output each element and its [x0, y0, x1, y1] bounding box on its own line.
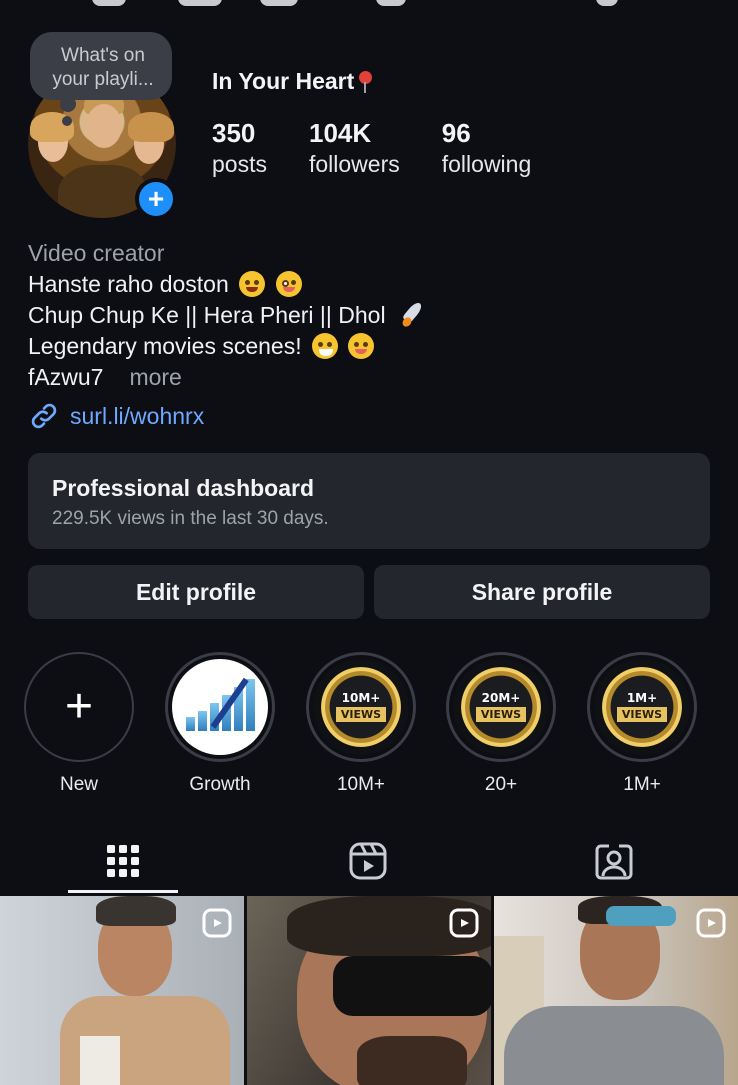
- highlight-ring: 1M+ VIEWS: [587, 652, 697, 762]
- stat-followers[interactable]: 104K followers: [309, 118, 400, 180]
- pin-icon: [358, 70, 373, 93]
- highlight-ring: 10M+ VIEWS: [306, 652, 416, 762]
- star-struck-emoji-icon: [239, 271, 266, 297]
- profile-tabs: [0, 828, 738, 894]
- squinting-tongue-emoji-icon: [348, 333, 375, 359]
- highlight-growth[interactable]: Growth: [165, 652, 275, 796]
- stat-label: followers: [308, 151, 400, 177]
- stat-label: following: [441, 151, 532, 177]
- dashboard-title: Professional dashboard: [52, 475, 315, 501]
- add-story-button[interactable]: +: [135, 178, 177, 220]
- grid-post[interactable]: [0, 896, 244, 1085]
- highlight-1m[interactable]: 1M+ VIEWS 1M+: [587, 652, 697, 796]
- profile-name: In Your Heart: [212, 68, 373, 95]
- stat-label: posts: [212, 151, 267, 177]
- note-bubble[interactable]: What's on your playli...: [30, 32, 172, 112]
- highlight-label: 20+: [484, 774, 518, 795]
- link-icon: [31, 403, 57, 429]
- bio-line-text: Chup Chup Ke || Hera Pheri || Dhol: [28, 302, 386, 328]
- bio-link-text: surl.li/wohnrx: [70, 402, 205, 429]
- tab-reels[interactable]: [313, 828, 423, 894]
- highlight-cover: 1M+ VIEWS: [594, 659, 690, 755]
- tab-tagged[interactable]: [559, 828, 669, 894]
- grid-post[interactable]: [494, 896, 738, 1085]
- bio-category: Video creator: [28, 240, 165, 266]
- highlight-cover: 20M+ VIEWS: [453, 659, 549, 755]
- bio-line-text: fAzwu7: [28, 364, 104, 390]
- highlight-cover: [172, 659, 268, 755]
- bio-line: Hanste raho doston: [28, 269, 718, 300]
- rofl-emoji-icon: [312, 333, 338, 359]
- stat-value: 96: [441, 118, 471, 148]
- active-tab-indicator: [68, 890, 178, 893]
- tab-posts-grid[interactable]: [68, 828, 178, 894]
- stat-posts[interactable]: 350 posts: [212, 118, 267, 180]
- stat-following[interactable]: 96 following: [442, 118, 532, 180]
- growth-chart-icon: [172, 659, 268, 755]
- views-badge-icon: 20M+ VIEWS: [461, 667, 541, 747]
- bio-line-text: Legendary movies scenes!: [28, 333, 302, 359]
- more-link[interactable]: more: [129, 364, 181, 390]
- profile-stats: 350 posts 104K followers 96 following: [212, 118, 573, 180]
- note-text: What's on your playli...: [52, 45, 154, 90]
- plus-icon: +: [147, 183, 165, 214]
- highlight-label: 1M+: [623, 774, 661, 795]
- stat-value: 350: [212, 118, 256, 148]
- highlight-label: Growth: [189, 774, 251, 795]
- highlight-cover: 10M+ VIEWS: [313, 659, 409, 755]
- reel-indicator-icon: [202, 908, 232, 938]
- highlight-label: 10M+: [336, 774, 386, 795]
- bio-line-text: Hanste raho doston: [28, 271, 229, 297]
- tagged-icon: [595, 844, 633, 880]
- bio-line: Chup Chup Ke || Hera Pheri || Dhol: [28, 300, 718, 331]
- reel-indicator-icon: [696, 908, 726, 938]
- views-badge-icon: 1M+ VIEWS: [602, 667, 682, 747]
- highlight-ring: 20M+ VIEWS: [446, 652, 556, 762]
- note-bubble-tail: [62, 116, 72, 126]
- stat-value: 104K: [308, 118, 372, 148]
- highlight-ring: +: [24, 652, 134, 762]
- dashboard-subtitle: 229.5K views in the last 30 days.: [52, 508, 329, 529]
- rocket-emoji-icon: [398, 300, 428, 329]
- top-cropped-header: [0, 0, 738, 12]
- reels-icon: [349, 842, 387, 880]
- highlight-20m[interactable]: 20M+ VIEWS 20+: [446, 652, 556, 796]
- edit-profile-button[interactable]: Edit profile: [28, 565, 364, 619]
- bio-link[interactable]: surl.li/wohnrx: [28, 400, 204, 432]
- highlight-label: New: [59, 774, 98, 795]
- bio-line: Legendary movies scenes!: [28, 331, 718, 362]
- grid-post[interactable]: [247, 896, 491, 1085]
- profile-screen: What's on your playli... + In Your Heart…: [0, 0, 738, 1085]
- bio: Video creator Hanste raho doston Chup Ch…: [28, 238, 718, 393]
- share-profile-button[interactable]: Share profile: [374, 565, 710, 619]
- highlight-new[interactable]: + New: [24, 652, 134, 796]
- profile-name-text: In Your Heart: [212, 68, 355, 94]
- bio-line: fAzwu7 more: [28, 362, 718, 393]
- reel-indicator-icon: [449, 908, 479, 938]
- plus-icon: +: [64, 680, 94, 733]
- views-badge-icon: 10M+ VIEWS: [321, 667, 401, 747]
- grid-icon: [107, 845, 139, 877]
- highlight-10m[interactable]: 10M+ VIEWS 10M+: [306, 652, 416, 796]
- highlight-ring: [165, 652, 275, 762]
- professional-dashboard-card[interactable]: Professional dashboard 229.5K views in t…: [28, 453, 710, 549]
- zany-face-emoji-icon: [275, 271, 302, 297]
